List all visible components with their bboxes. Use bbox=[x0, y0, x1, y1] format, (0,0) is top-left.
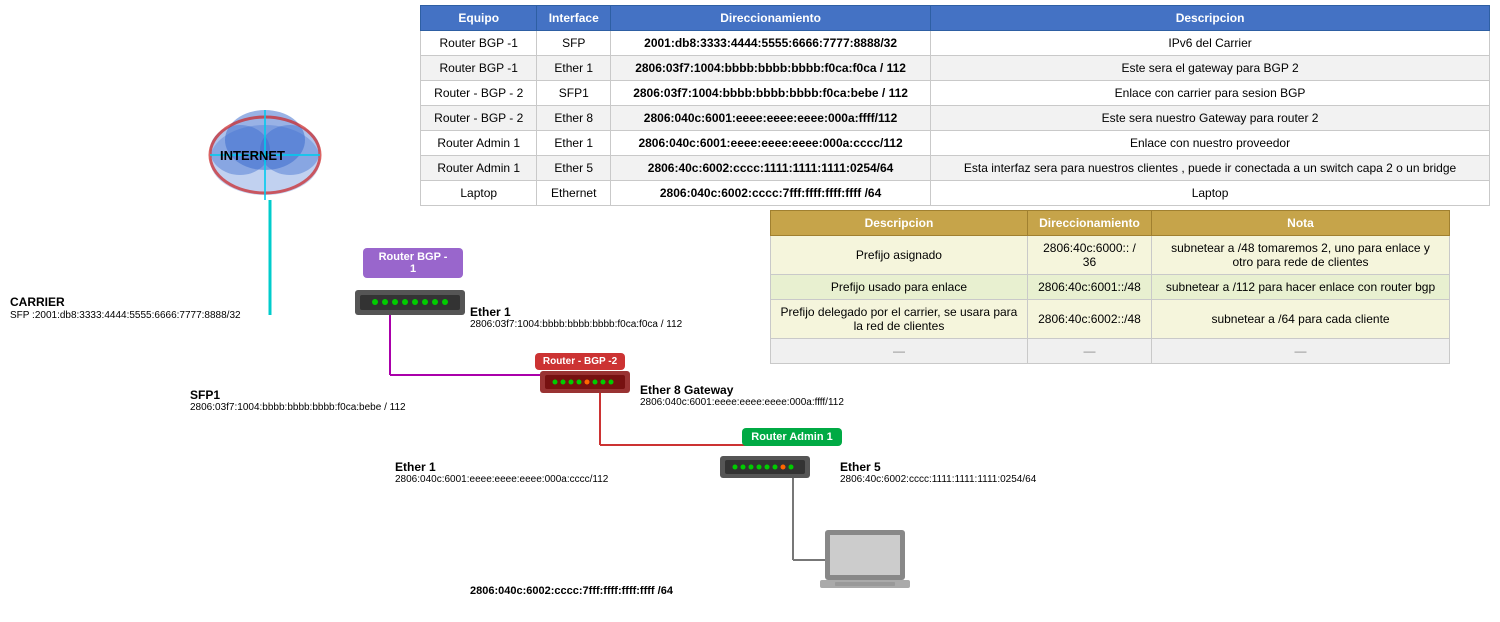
table-row: Router - BGP - 2SFP12806:03f7:1004:bbbb:… bbox=[421, 81, 1490, 106]
table-cell: 2806:040c:6002:cccc:7fff:ffff:ffff:ffff … bbox=[611, 181, 931, 206]
col-direccionamiento: Direccionamiento bbox=[611, 6, 931, 31]
sfp1-addr: 2806:03f7:1004:bbbb:bbbb:bbbb:f0ca:bebe … bbox=[190, 402, 406, 413]
ether1-admin-label-area: Ether 1 2806:040c:6001:eeee:eeee:eeee:00… bbox=[395, 460, 608, 485]
secondary-table: Descripcion Direccionamiento Nota Prefij… bbox=[770, 210, 1450, 364]
laptop-icon bbox=[820, 530, 900, 590]
table-cell: SFP1 bbox=[537, 81, 611, 106]
table-row: Prefijo usado para enlace2806:40c:6001::… bbox=[771, 275, 1450, 300]
table-cell: Laptop bbox=[931, 181, 1490, 206]
table-cell: Router Admin 1 bbox=[421, 156, 537, 181]
col-interface: Interface bbox=[537, 6, 611, 31]
ether8-label-area: Ether 8 Gateway 2806:040c:6001:eeee:eeee… bbox=[640, 383, 844, 408]
col-equipo: Equipo bbox=[421, 6, 537, 31]
ether1-bgp1-label-area: Ether 1 2806:03f7:1004:bbbb:bbbb:bbbb:f0… bbox=[470, 305, 682, 330]
ether1-admin-addr: 2806:040c:6001:eeee:eeee:eeee:000a:cccc/… bbox=[395, 474, 608, 485]
table-cell: subnetear a /48 tomaremos 2, uno para en… bbox=[1152, 236, 1450, 275]
laptop-addr-area: 2806:040c:6002:cccc:7fff:ffff:ffff:ffff … bbox=[470, 585, 673, 597]
table-cell: 2806:40c:6000:: / 36 bbox=[1027, 236, 1151, 275]
table-cell: subnetear a /64 para cada cliente bbox=[1152, 300, 1450, 339]
table-row: Router BGP -1SFP2001:db8:3333:4444:5555:… bbox=[421, 31, 1490, 56]
laptop-svg bbox=[820, 530, 910, 600]
table-row: Router - BGP - 2Ether 82806:040c:6001:ee… bbox=[421, 106, 1490, 131]
table-cell: Esta interfaz sera para nuestros cliente… bbox=[931, 156, 1490, 181]
sec-col-descripcion: Descripcion bbox=[771, 211, 1028, 236]
table-cell: Ether 8 bbox=[537, 106, 611, 131]
table-row: Router BGP -1Ether 12806:03f7:1004:bbbb:… bbox=[421, 56, 1490, 81]
table-cell: 2806:40c:6002::/48 bbox=[1027, 300, 1151, 339]
table-cell: subnetear a /112 para hacer enlace con r… bbox=[1152, 275, 1450, 300]
table-cell: Router - BGP - 2 bbox=[421, 81, 537, 106]
table-cell: Router BGP -1 bbox=[421, 56, 537, 81]
table-row: Prefijo delegado por el carrier, se usar… bbox=[771, 300, 1450, 339]
table-cell: 2806:40c:6001::/48 bbox=[1027, 275, 1151, 300]
table-cell: SFP bbox=[537, 31, 611, 56]
router-bgp2-label: Router - BGP -2 bbox=[535, 353, 625, 370]
table-row: Router Admin 1Ether 52806:40c:6002:cccc:… bbox=[421, 156, 1490, 181]
table-row: Prefijo asignado2806:40c:6000:: / 36subn… bbox=[771, 236, 1450, 275]
ether1-bgp1-title: Ether 1 bbox=[470, 305, 682, 319]
table-cell: Prefijo asignado bbox=[771, 236, 1028, 275]
table-cell: Enlace con nuestro proveedor bbox=[931, 131, 1490, 156]
table-cell: Ethernet bbox=[537, 181, 611, 206]
sfp1-label-area: SFP1 2806:03f7:1004:bbbb:bbbb:bbbb:f0ca:… bbox=[190, 388, 406, 413]
table-cell: Router - BGP - 2 bbox=[421, 106, 537, 131]
router-admin1-device bbox=[720, 453, 810, 486]
table-cell: 2806:040c:6001:eeee:eeee:eeee:000a:ffff/… bbox=[611, 106, 931, 131]
table-cell: Este sera nuestro Gateway para router 2 bbox=[931, 106, 1490, 131]
table-cell: 2001:db8:3333:4444:5555:6666:7777:8888/3… bbox=[611, 31, 931, 56]
router-bgp2-device bbox=[540, 368, 630, 401]
router-admin1-svg bbox=[720, 453, 810, 483]
table-cell: Router Admin 1 bbox=[421, 131, 537, 156]
col-descripcion: Descripcion bbox=[931, 6, 1490, 31]
table-cell: Enlace con carrier para sesion BGP bbox=[931, 81, 1490, 106]
table-cell: Prefijo usado para enlace bbox=[771, 275, 1028, 300]
table-cell: — bbox=[1152, 339, 1450, 364]
table-cell: Ether 1 bbox=[537, 56, 611, 81]
table-cell: 2806:03f7:1004:bbbb:bbbb:bbbb:f0ca:f0ca … bbox=[611, 56, 931, 81]
ether5-label-area: Ether 5 2806:40c:6002:cccc:1111:1111:111… bbox=[840, 460, 1036, 485]
table-cell: — bbox=[771, 339, 1028, 364]
table-cell: 2806:40c:6002:cccc:1111:1111:1111:0254/6… bbox=[611, 156, 931, 181]
ether8-title: Ether 8 Gateway bbox=[640, 383, 844, 397]
table-row: LaptopEthernet2806:040c:6002:cccc:7fff:f… bbox=[421, 181, 1490, 206]
router-bgp1-label: Router BGP - 1 bbox=[363, 248, 463, 278]
ether1-bgp1-addr: 2806:03f7:1004:bbbb:bbbb:bbbb:f0ca:f0ca … bbox=[470, 319, 682, 330]
carrier-label: CARRIER bbox=[10, 295, 65, 309]
router-admin1-label: Router Admin 1 bbox=[742, 428, 842, 446]
table-cell: Router BGP -1 bbox=[421, 31, 537, 56]
table-row: ——— bbox=[771, 339, 1450, 364]
table-cell: Este sera el gateway para BGP 2 bbox=[931, 56, 1490, 81]
internet-label: INTERNET bbox=[220, 148, 285, 163]
sec-col-direccionamiento: Direccionamiento bbox=[1027, 211, 1151, 236]
sfp1-title: SFP1 bbox=[190, 388, 406, 402]
main-table: Equipo Interface Direccionamiento Descri… bbox=[420, 5, 1490, 206]
ether5-addr: 2806:40c:6002:cccc:1111:1111:1111:0254/6… bbox=[840, 474, 1036, 485]
router-bgp2-svg bbox=[540, 368, 630, 398]
ether8-addr: 2806:040c:6001:eeee:eeee:eeee:000a:ffff/… bbox=[640, 397, 844, 408]
table-cell: 2806:03f7:1004:bbbb:bbbb:bbbb:f0ca:bebe … bbox=[611, 81, 931, 106]
table-cell: — bbox=[1027, 339, 1151, 364]
laptop-addr: 2806:040c:6002:cccc:7fff:ffff:ffff:ffff … bbox=[470, 585, 673, 597]
sec-col-nota: Nota bbox=[1152, 211, 1450, 236]
table-row: Router Admin 1Ether 12806:040c:6001:eeee… bbox=[421, 131, 1490, 156]
table-cell: Ether 5 bbox=[537, 156, 611, 181]
table-cell: IPv6 del Carrier bbox=[931, 31, 1490, 56]
ether5-title: Ether 5 bbox=[840, 460, 1036, 474]
table-cell: Prefijo delegado por el carrier, se usar… bbox=[771, 300, 1028, 339]
router-bgp1-device bbox=[355, 285, 465, 323]
ether1-admin-title: Ether 1 bbox=[395, 460, 608, 474]
table-cell: 2806:040c:6001:eeee:eeee:eeee:000a:cccc/… bbox=[611, 131, 931, 156]
router-bgp1-svg bbox=[355, 285, 465, 320]
carrier-addr: SFP :2001:db8:3333:4444:5555:6666:7777:8… bbox=[10, 310, 241, 321]
table-cell: Ether 1 bbox=[537, 131, 611, 156]
table-cell: Laptop bbox=[421, 181, 537, 206]
